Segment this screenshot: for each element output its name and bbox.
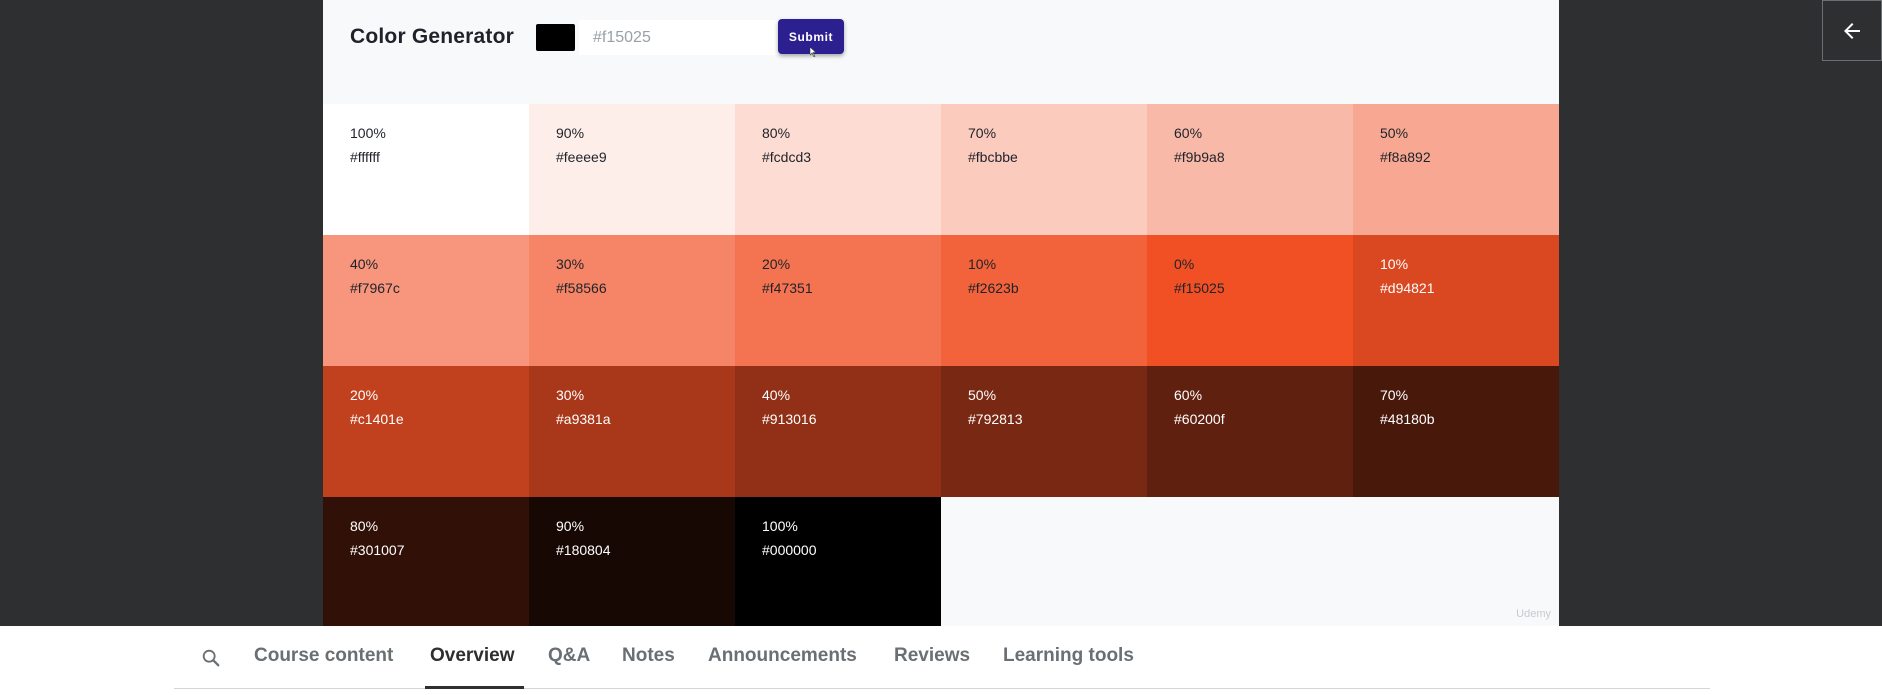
swatch-hex: #180804	[556, 542, 611, 558]
swatch-hex: #d94821	[1380, 280, 1435, 296]
color-swatch-tile: 80% #fcdcd3	[735, 104, 941, 235]
arrow-left-icon	[1844, 22, 1860, 39]
color-swatch-tile: 0% #f15025	[1147, 235, 1353, 366]
color-input[interactable]	[579, 20, 779, 55]
swatch-percent: 20%	[762, 256, 791, 272]
tab-reviews[interactable]: Reviews	[894, 645, 970, 667]
swatch-hex: #f8a892	[1380, 149, 1431, 165]
color-swatch-tile: 50% #792813	[941, 366, 1147, 497]
swatch-percent: 30%	[556, 387, 585, 403]
color-swatch-tile: 90% #feeee9	[529, 104, 735, 235]
swatch-hex: #f15025	[1174, 280, 1225, 296]
tab-announcements[interactable]: Announcements	[708, 645, 857, 667]
swatch-percent: 90%	[556, 518, 585, 534]
color-swatch-tile: 20% #f47351	[735, 235, 941, 366]
color-swatch-tile: 60% #60200f	[1147, 366, 1353, 497]
swatch-hex: #fbcbbe	[968, 149, 1018, 165]
swatch-hex: #301007	[350, 542, 405, 558]
swatch-hex: #c1401e	[350, 411, 404, 427]
swatch-percent: 60%	[1174, 387, 1203, 403]
swatch-percent: 20%	[350, 387, 379, 403]
color-swatch-tile: 100% #000000	[735, 497, 941, 626]
video-player[interactable]: Color Generator Submit 100% #ffffff 90% #fe…	[0, 0, 1882, 626]
swatch-hex: #feeee9	[556, 149, 607, 165]
swatch-hex: #f7967c	[350, 280, 400, 296]
swatch-percent: 40%	[762, 387, 791, 403]
active-tab-indicator	[425, 686, 524, 689]
swatch-percent: 10%	[968, 256, 997, 272]
tab-qa[interactable]: Q&A	[548, 645, 590, 667]
swatch-hex: #f9b9a8	[1174, 149, 1225, 165]
swatch-hex: #fcdcd3	[762, 149, 812, 165]
udemy-watermark: Udemy	[1516, 608, 1551, 620]
swatch-percent: 0%	[1174, 256, 1195, 272]
swatch-hex: #f2623b	[968, 280, 1019, 296]
color-swatch-tile: 50% #f8a892	[1353, 104, 1559, 235]
swatch-percent: 100%	[350, 125, 386, 141]
color-generator-app: Color Generator Submit 100% #ffffff 90% #fe…	[323, 0, 1559, 626]
swatch-hex: #60200f	[1174, 411, 1225, 427]
swatch-percent: 50%	[968, 387, 997, 403]
tab-overview[interactable]: Overview	[430, 645, 515, 667]
swatch-hex: #48180b	[1380, 411, 1435, 427]
swatch-percent: 70%	[1380, 387, 1409, 403]
swatch-percent: 30%	[556, 256, 585, 272]
swatch-percent: 40%	[350, 256, 379, 272]
swatch-grid: 100% #ffffff 90% #feeee9 80% #fcdcd3 70% #fbcbb…	[323, 104, 1559, 626]
swatch-hex: #ffffff	[350, 149, 380, 165]
swatch-percent: 60%	[1174, 125, 1203, 141]
swatch-hex: #000000	[762, 542, 817, 558]
color-swatch-tile: 100% #ffffff	[323, 104, 529, 235]
swatch-hex: #f47351	[762, 280, 813, 296]
color-swatch-tile: 10% #f2623b	[941, 235, 1147, 366]
color-swatch-tile: 80% #301007	[323, 497, 529, 626]
swatch-percent: 10%	[1380, 256, 1409, 272]
color-swatch-tile: 20% #c1401e	[323, 366, 529, 497]
tab-course-content[interactable]: Course content	[254, 645, 393, 667]
tab-learning-tools[interactable]: Learning tools	[1003, 645, 1134, 667]
swatch-percent: 100%	[762, 518, 798, 534]
swatch-percent: 80%	[350, 518, 379, 534]
swatch-percent: 50%	[1380, 125, 1409, 141]
swatch-hex: #a9381a	[556, 411, 611, 427]
color-swatch-tile: 30% #a9381a	[529, 366, 735, 497]
color-swatch-tile: 30% #f58566	[529, 235, 735, 366]
mouse-cursor-icon	[810, 47, 817, 57]
swatch-percent: 80%	[762, 125, 791, 141]
color-swatch-tile: 60% #f9b9a8	[1147, 104, 1353, 235]
color-swatch-tile: 70% #48180b	[1353, 366, 1559, 497]
color-preview-swatch	[536, 24, 575, 51]
search-icon[interactable]	[200, 647, 222, 669]
color-swatch-tile: 70% #fbcbbe	[941, 104, 1147, 235]
swatch-hex: #792813	[968, 411, 1023, 427]
course-tabs: Course content Overview Q&A Notes Announ…	[174, 626, 1710, 689]
color-swatch-tile: 40% #913016	[735, 366, 941, 497]
color-swatch-tile: 90% #180804	[529, 497, 735, 626]
tab-notes[interactable]: Notes	[622, 645, 675, 667]
swatch-percent: 70%	[968, 125, 997, 141]
swatch-hex: #913016	[762, 411, 817, 427]
swatch-percent: 90%	[556, 125, 585, 141]
swatch-hex: #f58566	[556, 280, 607, 296]
color-swatch-tile: 40% #f7967c	[323, 235, 529, 366]
app-header: Color Generator Submit	[323, 0, 1559, 104]
back-button[interactable]	[1822, 0, 1882, 61]
color-swatch-tile: 10% #d94821	[1353, 235, 1559, 366]
app-title: Color Generator	[350, 25, 515, 48]
